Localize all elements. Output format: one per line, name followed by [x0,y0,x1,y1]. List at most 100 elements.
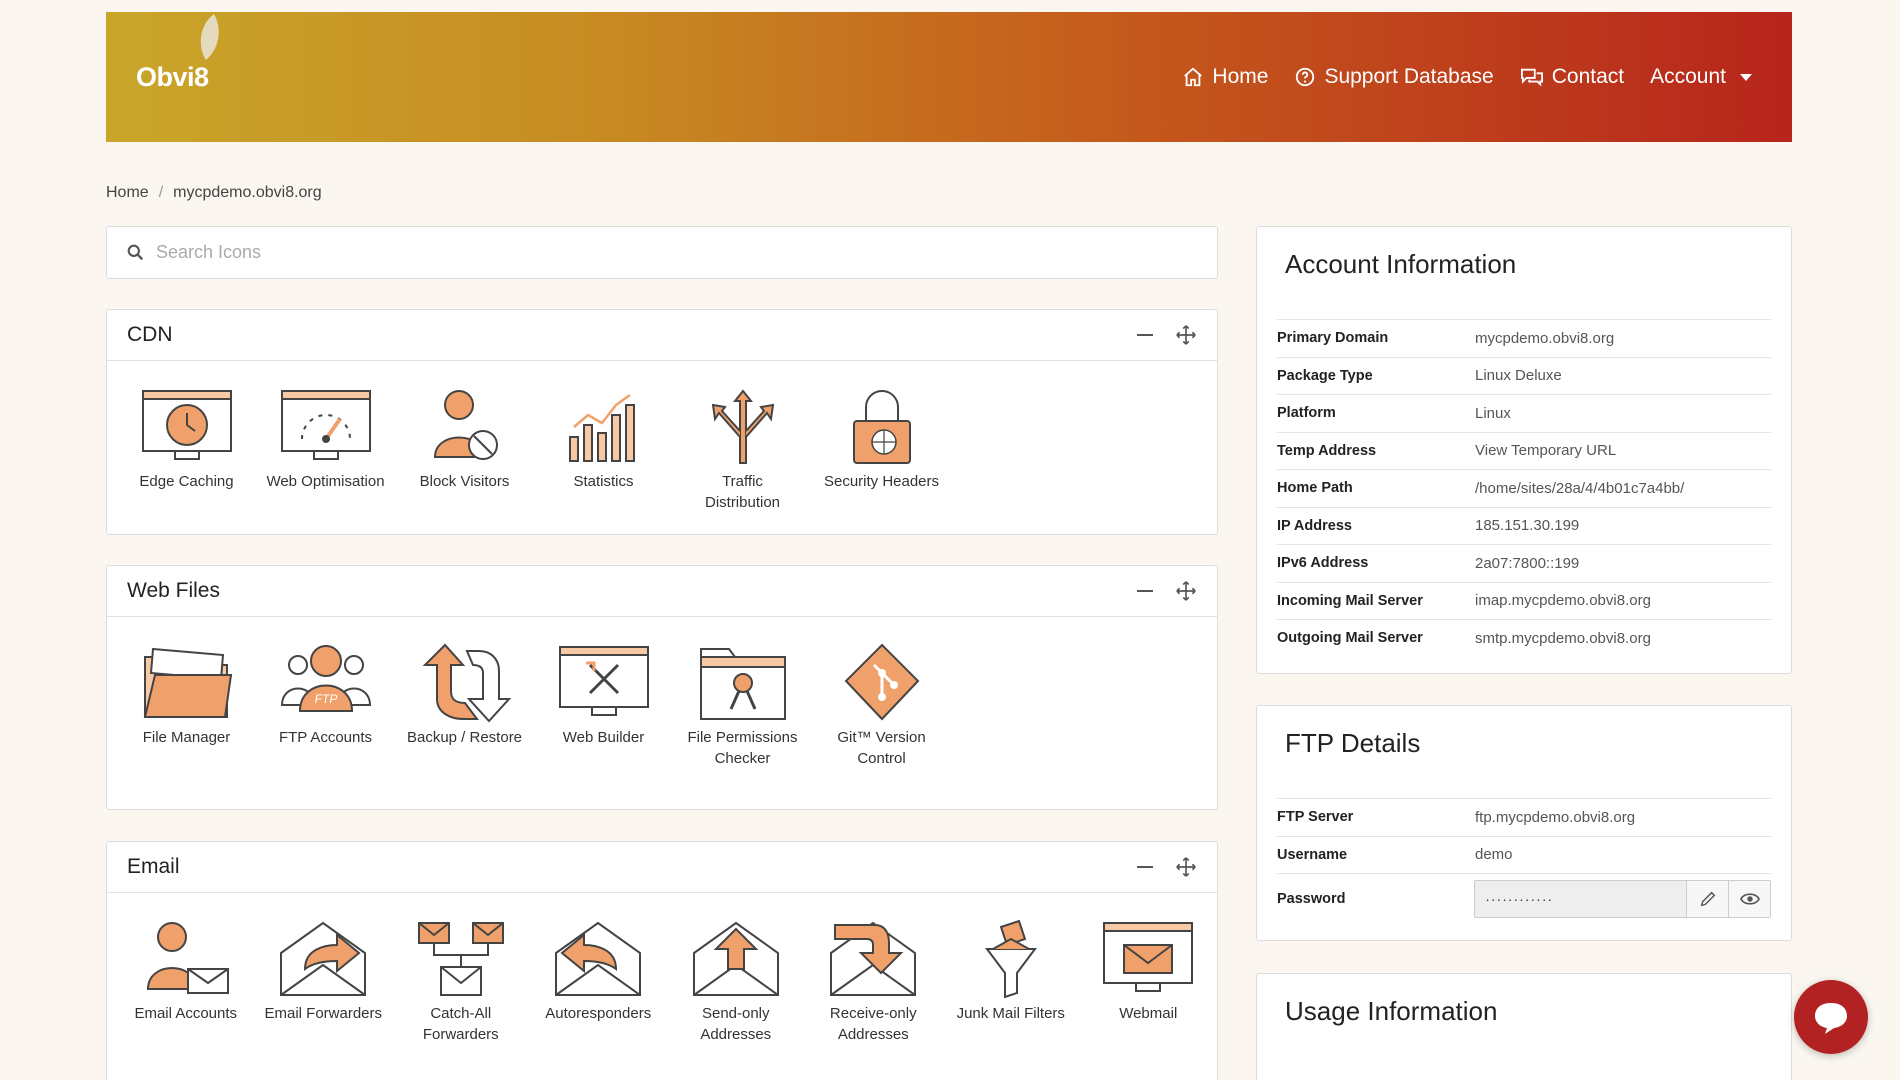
tile-webmail[interactable]: Webmail [1080,919,1218,1045]
nav-home[interactable]: Home [1182,65,1268,89]
live-chat-button[interactable] [1794,980,1868,1054]
tile-label: FTP Accounts [278,729,373,746]
padlock-globe-icon [852,390,911,464]
nav-account[interactable]: Account [1650,65,1752,89]
tile-email-accounts[interactable]: Email Accounts [117,919,255,1045]
breadcrumb-current: mycpdemo.obvi8.org [173,184,322,201]
info-key: Platform [1277,405,1336,422]
nav-contact[interactable]: Contact [1520,65,1624,89]
search-bar [106,226,1218,279]
ftp-details-panel: FTP Details FTP Server ftp.mycpdemo.obvi8… [1256,705,1792,941]
envelope-down-icon [830,921,917,996]
tile-label: Traffic Distribution [704,473,781,511]
info-key: Primary Domain [1277,330,1389,347]
panel-title: Email [127,855,180,878]
collapse-icon[interactable] [1137,590,1153,592]
tile-label: Edge Caching [139,473,234,490]
caret-down-icon [1740,73,1752,81]
breadcrumb-separator: / [158,184,164,201]
info-key: Incoming Mail Server [1277,592,1423,609]
account-information-panel: Account Information Primary Domain mycpde… [1256,226,1792,674]
tile-label: Autoresponders [545,1005,652,1022]
block-user-icon [433,390,498,460]
panel-web-files: Web Files File Manager FTP FTP Accounts … [106,565,1218,810]
tile-backup-restore[interactable]: Backup / Restore [395,643,534,769]
tile-label: Webmail [1119,1005,1178,1022]
tile-ftp-accounts[interactable]: FTP FTP Accounts [256,643,395,769]
info-key: Password [1277,890,1346,907]
funnel-icon [984,919,1037,999]
info-value: /home/sites/28a/4/4b01c7a4bb/ [1475,479,1685,497]
password-value: ············ [1485,890,1554,907]
info-row: Home Path/home/sites/28a/4/4b01c7a4bb/ [1277,469,1771,507]
tile-git-version-control[interactable]: Git™ Version Control [812,643,951,769]
nav-support[interactable]: Support Database [1294,65,1494,89]
panel-email: Email Email Accounts Email Forwarders Ca… [106,841,1218,1080]
tile-label: Catch-All Forwarders [422,1005,499,1043]
info-row: Username demo [1277,835,1771,874]
breadcrumb-home[interactable]: Home [106,184,149,202]
move-icon[interactable] [1175,324,1197,346]
eye-icon [1739,892,1760,905]
logo[interactable]: Obvi8 [136,62,209,93]
info-value: 2a07:7800::199 [1475,554,1580,572]
info-value: Linux Deluxe [1475,367,1562,385]
bar-chart-icon [568,393,635,462]
search-input[interactable] [156,242,1056,263]
info-key: FTP Server [1277,809,1354,826]
tile-label: Backup / Restore [406,729,523,746]
envelope-forward-icon [280,921,367,996]
tile-label: Junk Mail Filters [956,1005,1065,1022]
info-row: Temp Address View Temporary URL [1277,431,1771,470]
tile-email-forwarders[interactable]: Email Forwarders [255,919,393,1045]
catch-all-icon [417,922,504,996]
tile-traffic-distribution[interactable]: Traffic Distribution [673,387,812,513]
top-nav: Home Support Database Contact Account [1182,12,1752,142]
tile-label: Web Optimisation [266,473,385,490]
tile-statistics[interactable]: Statistics [534,387,673,513]
tile-send-only-addresses[interactable]: Send-only Addresses [667,919,805,1045]
site-header: Obvi8 Home Support Database Contact Acco… [106,12,1792,142]
info-row: IP Address 185.151.30.199 [1277,506,1771,545]
info-row: FTP Server ftp.mycpdemo.obvi8.org [1277,798,1771,836]
show-password-button[interactable] [1728,880,1770,917]
tile-web-builder[interactable]: Web Builder [534,643,673,769]
move-icon[interactable] [1175,856,1197,878]
info-key: IPv6 Address [1277,555,1369,572]
tile-file-permissions-checker[interactable]: File Permissions Checker [673,643,812,769]
tile-label: Block Visitors [419,473,510,490]
cycle-arrows-icon [422,643,511,723]
tile-security-headers[interactable]: Security Headers [812,387,951,513]
info-row: IPv6 Address 2a07:7800::199 [1277,544,1771,582]
tile-junk-mail-filters[interactable]: Junk Mail Filters [942,919,1080,1045]
tile-web-optimisation[interactable]: Web Optimisation [256,387,395,513]
search-icon [127,244,144,261]
tile-block-visitors[interactable]: Block Visitors [395,387,534,513]
tile-edge-caching[interactable]: Edge Caching [117,387,256,513]
panel-header: Web Files [107,566,1217,617]
speedometer-icon [280,390,371,460]
temp-url-link[interactable]: View Temporary URL [1475,442,1616,459]
tile-autoresponders[interactable]: Autoresponders [530,919,668,1045]
chat-bubbles-icon [1520,68,1543,87]
panel-header: CDN [107,310,1217,361]
tools-monitor-icon [558,646,649,716]
leaf-icon [200,14,219,60]
tile-label: Email Accounts [134,1005,238,1022]
tile-receive-only-addresses[interactable]: Receive-only Addresses [805,919,943,1045]
info-row: Primary Domain mycpdemo.obvi8.org [1277,319,1771,357]
info-row: Package Type Linux Deluxe [1277,356,1771,395]
svg-text:FTP: FTP [314,692,337,706]
tile-catch-all-forwarders[interactable]: Catch-All Forwarders [392,919,530,1045]
panel-cdn: CDN Edge Caching Web Optimisation Block … [106,309,1218,535]
folder-icon [143,647,232,718]
tile-label: File Permissions Checker [687,729,798,767]
tile-file-manager[interactable]: File Manager [117,643,256,769]
split-arrows-icon [711,389,774,464]
tile-label: Email Forwarders [264,1005,383,1022]
move-icon[interactable] [1175,580,1197,602]
edit-password-button[interactable] [1686,880,1728,917]
collapse-icon[interactable] [1137,334,1153,336]
collapse-icon[interactable] [1137,866,1153,868]
info-key: Username [1277,846,1348,863]
